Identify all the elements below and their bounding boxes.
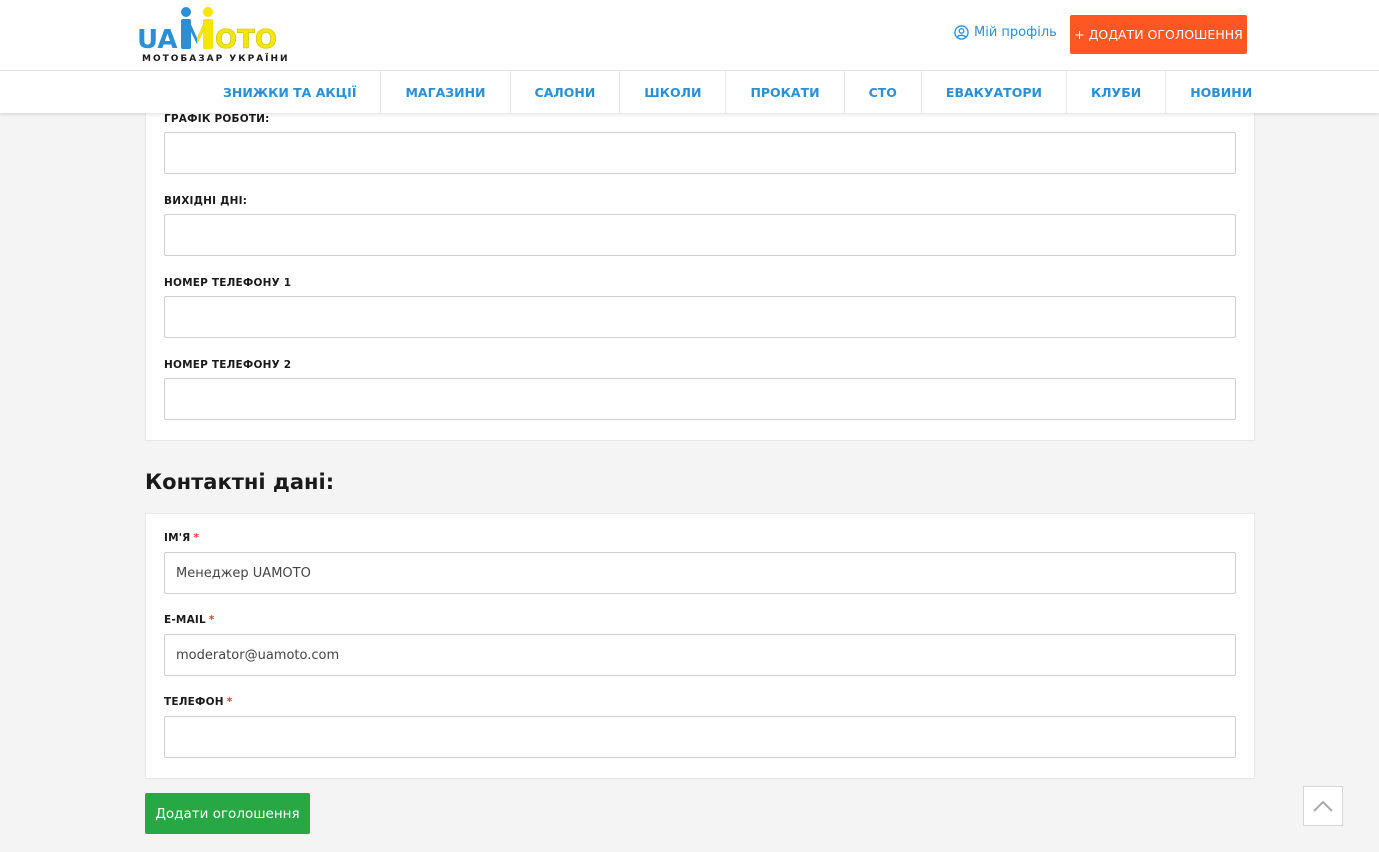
email-input[interactable] bbox=[164, 634, 1236, 676]
logo-oto-text: OTO bbox=[215, 25, 277, 55]
user-circle-icon bbox=[954, 25, 969, 40]
phone-1-label: НОМЕР ТЕЛЕФОНУ 1 bbox=[164, 277, 292, 289]
name-label-text: ІМ'Я bbox=[164, 532, 191, 544]
phone-label-text: ТЕЛЕФОН bbox=[164, 696, 224, 708]
email-label-text: E-MAIL bbox=[164, 614, 206, 626]
logo-ua-text: UA bbox=[137, 25, 177, 55]
my-profile-link[interactable]: Мій профіль bbox=[954, 25, 1057, 40]
required-mark: * bbox=[193, 532, 200, 544]
site-header: UA OTO МОТОБАЗАР УКРАЇНИ Мій профіль + Д… bbox=[0, 0, 1379, 71]
scroll-to-top-button[interactable] bbox=[1303, 786, 1343, 826]
nav-item-tow-trucks[interactable]: ЕВАКУАТОРИ bbox=[922, 71, 1067, 113]
my-profile-label: Мій профіль bbox=[974, 25, 1057, 40]
work-schedule-input[interactable] bbox=[164, 132, 1236, 174]
chevron-up-icon bbox=[1313, 800, 1333, 812]
submit-listing-button[interactable]: Додати оголошення bbox=[145, 793, 310, 834]
logo-tagline: МОТОБАЗАР УКРАЇНИ bbox=[142, 54, 290, 64]
nav-item-rentals[interactable]: ПРОКАТИ bbox=[726, 71, 845, 113]
nav-item-discounts[interactable]: ЗНИЖКИ ТА АКЦІЇ bbox=[199, 71, 382, 113]
phone-2-input[interactable] bbox=[164, 378, 1236, 420]
logo-graphic: UA OTO bbox=[137, 7, 277, 55]
schedule-panel: ГРАФІК РОБОТИ: ВИХІДНІ ДНІ: НОМЕР ТЕЛЕФО… bbox=[145, 100, 1255, 441]
work-schedule-label: ГРАФІК РОБОТИ: bbox=[164, 113, 270, 125]
name-label: ІМ'Я * bbox=[164, 532, 199, 544]
contacts-panel: ІМ'Я* E-MAIL* ТЕЛЕФОН* bbox=[145, 513, 1255, 779]
nav-item-clubs[interactable]: КЛУБИ bbox=[1067, 71, 1167, 113]
nav-item-schools[interactable]: ШКОЛИ bbox=[620, 71, 727, 113]
phone-2-label: НОМЕР ТЕЛЕФОНУ 2 bbox=[164, 359, 292, 371]
nav-item-shops[interactable]: МАГАЗИНИ bbox=[381, 71, 511, 113]
nav-item-salons[interactable]: САЛОНИ bbox=[511, 71, 621, 113]
phone-input[interactable] bbox=[164, 716, 1236, 758]
days-off-input[interactable] bbox=[164, 214, 1236, 256]
nav-item-service[interactable]: СТО bbox=[845, 71, 922, 113]
add-listing-header-button[interactable]: + ДОДАТИ ОГОЛОШЕННЯ bbox=[1070, 15, 1247, 54]
phone-label: ТЕЛЕФОН * bbox=[164, 696, 232, 708]
nav-item-news[interactable]: НОВИНИ bbox=[1166, 71, 1276, 113]
main-nav: ЗНИЖКИ ТА АКЦІЇ МАГАЗИНИ САЛОНИ ШКОЛИ ПР… bbox=[0, 71, 1379, 113]
email-label: E-MAIL * bbox=[164, 614, 215, 626]
required-mark: * bbox=[208, 614, 215, 626]
contacts-section-title: Контактні дані: bbox=[145, 470, 335, 494]
phone-1-input[interactable] bbox=[164, 296, 1236, 338]
name-input[interactable] bbox=[164, 552, 1236, 594]
days-off-label: ВИХІДНІ ДНІ: bbox=[164, 195, 248, 207]
required-mark: * bbox=[226, 696, 233, 708]
